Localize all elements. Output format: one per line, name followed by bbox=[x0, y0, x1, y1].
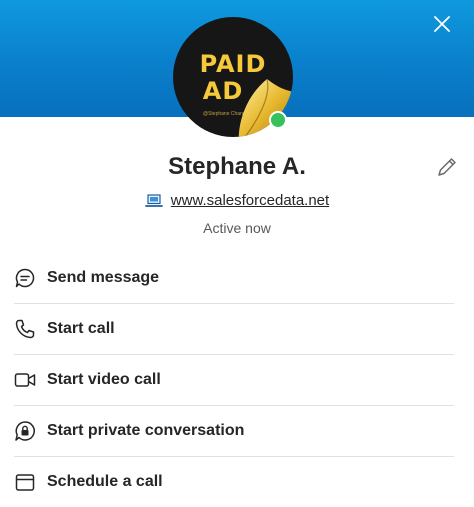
avatar: PAID AD @Stephane Chandl bbox=[173, 17, 293, 137]
start-private-conversation-button[interactable]: Start private conversation bbox=[14, 406, 454, 456]
schedule-call-button[interactable]: Schedule a call bbox=[14, 457, 454, 507]
send-message-button[interactable]: Send message bbox=[14, 253, 454, 303]
laptop-icon bbox=[144, 193, 163, 207]
edit-button[interactable] bbox=[435, 155, 459, 179]
start-call-label: Start call bbox=[47, 320, 115, 337]
start-private-conversation-label: Start private conversation bbox=[47, 422, 245, 439]
close-icon bbox=[434, 16, 450, 32]
calendar-icon bbox=[14, 471, 36, 493]
lock-chat-icon bbox=[14, 420, 36, 442]
phone-icon bbox=[14, 318, 36, 340]
start-video-call-button[interactable]: Start video call bbox=[14, 355, 454, 405]
video-camera-icon bbox=[14, 369, 36, 391]
chat-bubble-icon bbox=[14, 267, 36, 289]
start-call-button[interactable]: Start call bbox=[14, 304, 454, 354]
website-link[interactable]: www.salesforcedata.net bbox=[171, 192, 329, 209]
website-row: www.salesforcedata.net bbox=[0, 192, 474, 209]
online-status-dot bbox=[269, 111, 287, 129]
page-curl-graphic bbox=[238, 78, 293, 137]
start-video-call-label: Start video call bbox=[47, 371, 161, 388]
contact-name: Stephane A. bbox=[168, 153, 306, 180]
send-message-label: Send message bbox=[47, 269, 160, 286]
schedule-call-label: Schedule a call bbox=[47, 473, 163, 490]
avatar-text-line1: PAID bbox=[199, 50, 267, 78]
close-button[interactable] bbox=[428, 10, 456, 38]
pencil-icon bbox=[438, 158, 456, 176]
presence-status: Active now bbox=[203, 220, 271, 236]
